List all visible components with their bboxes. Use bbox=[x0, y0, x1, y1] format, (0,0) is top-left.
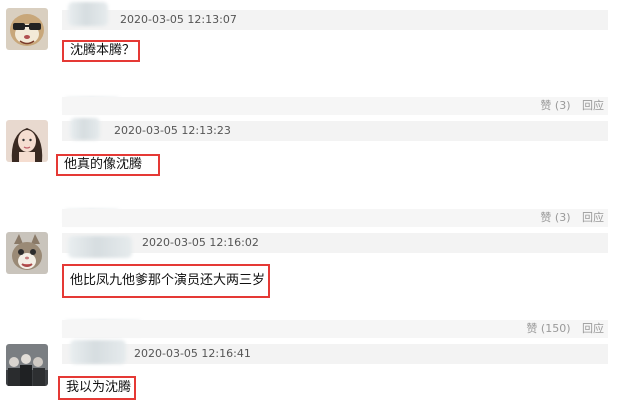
group-photo-avatar[interactable] bbox=[6, 344, 48, 386]
blurred-username bbox=[70, 118, 100, 140]
comment-text: 他比凤九他爹那个演员还大两三岁 bbox=[62, 264, 270, 298]
like-button[interactable]: 赞 (3) bbox=[540, 211, 570, 224]
comment-actions: 赞 (3) 回应 bbox=[532, 209, 604, 227]
comment-text: 他真的像沈腾 bbox=[56, 154, 160, 176]
blurred-username bbox=[68, 236, 132, 258]
comment-actions: 赞 (3) 回应 bbox=[532, 97, 604, 115]
cartoon-face-avatar[interactable] bbox=[6, 8, 48, 50]
comment-timestamp: 2020-03-05 12:16:02 bbox=[142, 236, 259, 249]
comment-text: 我以为沈腾 bbox=[58, 376, 136, 400]
like-button[interactable]: 赞 (150) bbox=[526, 322, 570, 335]
reply-button[interactable]: 回应 bbox=[582, 211, 604, 224]
comment-timestamp: 2020-03-05 12:13:23 bbox=[114, 124, 231, 137]
comment-action-bar bbox=[62, 97, 608, 115]
girl-portrait-avatar[interactable] bbox=[6, 120, 48, 162]
comment-timestamp: 2020-03-05 12:16:41 bbox=[134, 347, 251, 360]
comment-action-bar bbox=[62, 209, 608, 227]
comment-timestamp: 2020-03-05 12:13:07 bbox=[120, 13, 237, 26]
blurred-username bbox=[68, 2, 108, 26]
comment-text: 沈腾本腾？ bbox=[62, 40, 140, 62]
reply-button[interactable]: 回应 bbox=[582, 99, 604, 112]
cat-avatar[interactable] bbox=[6, 232, 48, 274]
reply-button[interactable]: 回应 bbox=[582, 322, 604, 335]
blurred-username bbox=[70, 340, 126, 364]
like-button[interactable]: 赞 (3) bbox=[540, 99, 570, 112]
comment-actions: 赞 (150) 回应 bbox=[518, 320, 604, 338]
